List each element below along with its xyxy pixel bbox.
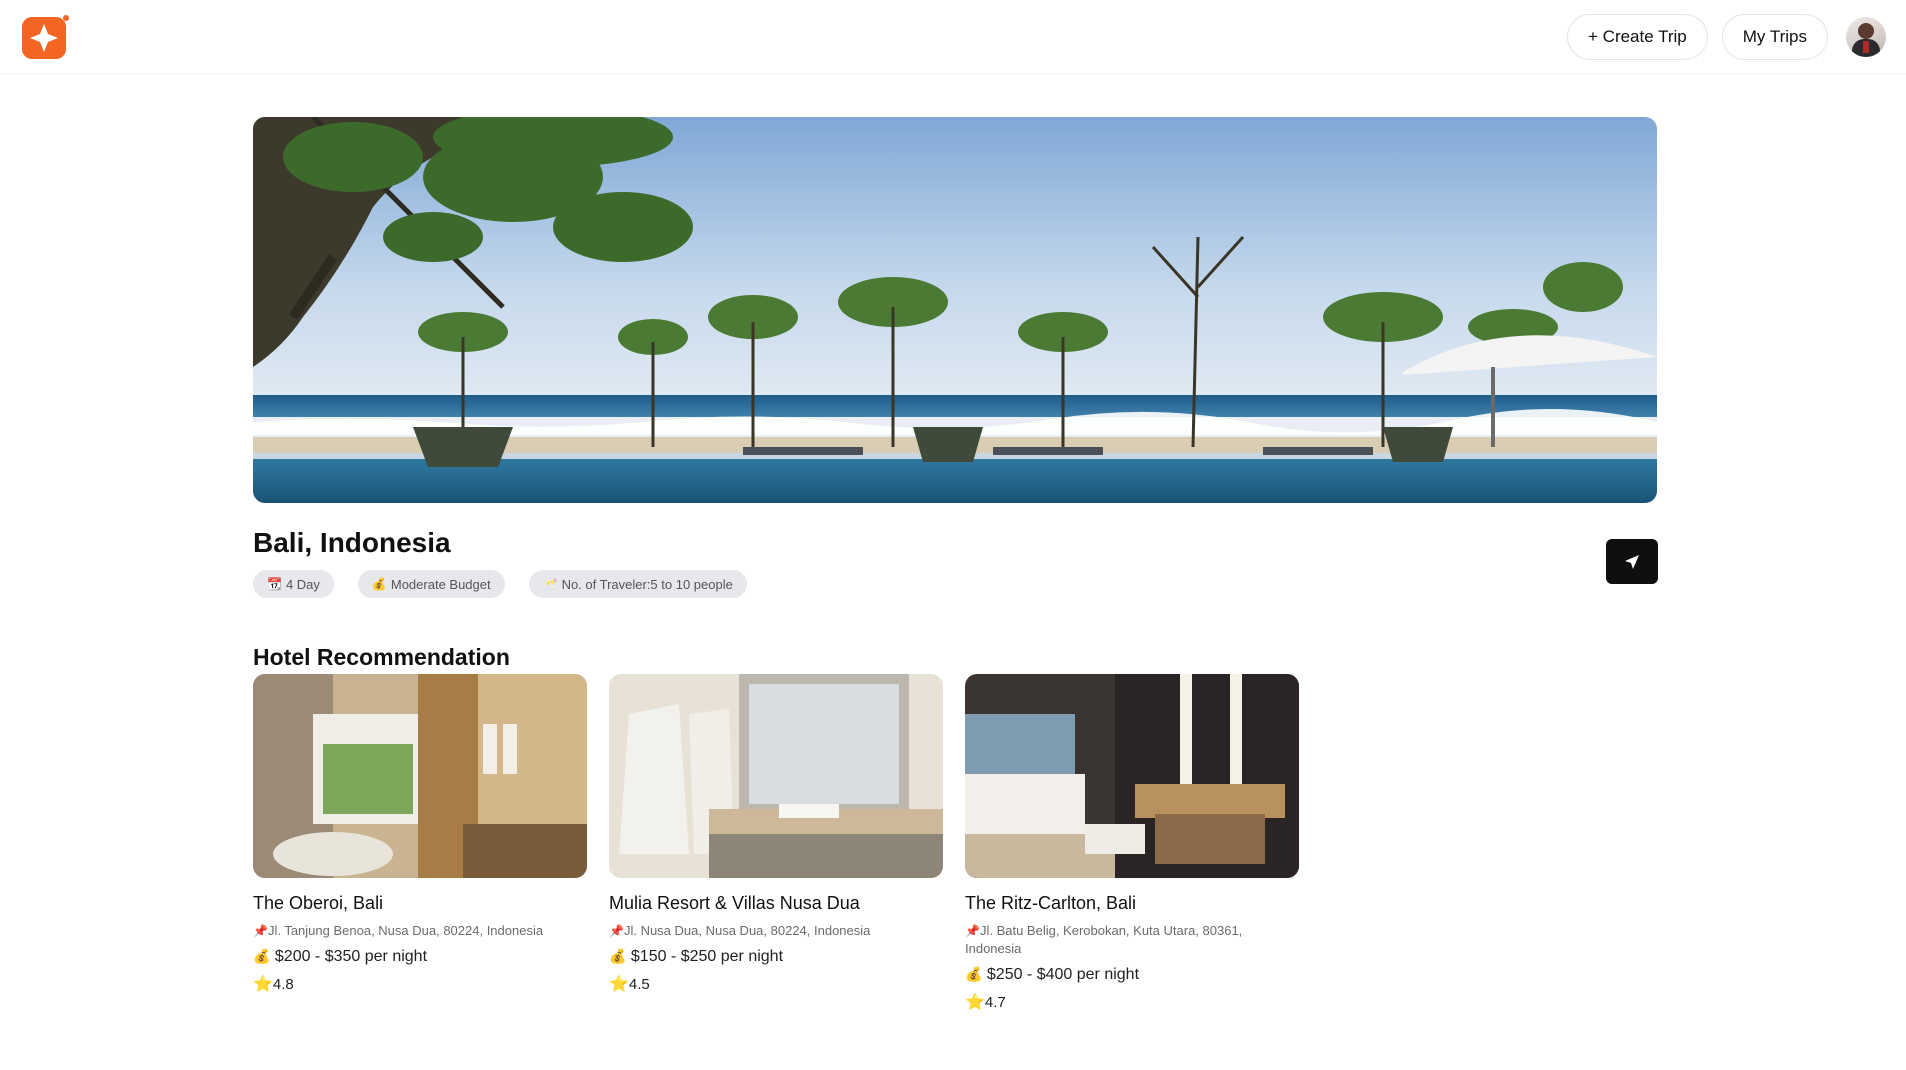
days-chip-label: 4 Day — [285, 576, 320, 592]
hotel-card[interactable]: The Oberoi, Bali 📌Jl. Tanjung Benoa, Nus… — [253, 674, 587, 1013]
pin-icon: 📌 — [965, 924, 980, 938]
budget-chip: 💰 Moderate Budget — [357, 570, 505, 598]
travelers-chip: 🥂 No. of Traveler:5 to 10 people — [528, 570, 747, 598]
star-icon: ⭐ — [253, 976, 273, 993]
hotel-image — [965, 674, 1299, 878]
hotel-name: The Ritz-Carlton, Bali — [965, 893, 1137, 913]
travelers-chip-label: No. of Traveler:5 to 10 people — [561, 576, 733, 592]
trip-info-chips: 📆 4 Day 💰 Moderate Budget 🥂 No. of Trave… — [253, 570, 747, 598]
hotel-list: The Oberoi, Bali 📌Jl. Tanjung Benoa, Nus… — [253, 674, 1299, 1013]
destination-title: Bali, Indonesia — [253, 527, 451, 558]
create-trip-button[interactable]: + Create Trip — [1567, 14, 1708, 60]
hotel-price: 💰 $150 - $250 per night — [609, 944, 943, 969]
hotel-section-title: Hotel Recommendation — [253, 644, 510, 670]
star-icon: ⭐ — [965, 994, 985, 1011]
pin-icon: 📌 — [609, 924, 624, 938]
hotel-name: The Oberoi, Bali — [253, 893, 384, 913]
budget-chip-label: Moderate Budget — [390, 576, 491, 592]
money-bag-icon: 💰 — [609, 948, 627, 964]
star-icon: ⭐ — [609, 976, 629, 993]
hotel-price-text: $250 - $400 per night — [986, 966, 1140, 983]
hotel-price-text: $200 - $350 per night — [274, 948, 428, 965]
money-bag-icon: 💰 — [253, 948, 271, 964]
money-bag-icon: 💰 — [371, 577, 387, 591]
hotel-rating: ⭐4.5 — [609, 975, 943, 995]
pin-icon: 📌 — [253, 924, 268, 938]
hotel-address: 📌Jl. Tanjung Benoa, Nusa Dua, 80224, Ind… — [253, 922, 587, 940]
hotel-price: 💰 $250 - $400 per night — [965, 962, 1299, 987]
hotel-address: 📌Jl. Batu Belig, Kerobokan, Kuta Utara, … — [965, 922, 1299, 958]
send-icon — [1625, 554, 1639, 569]
calendar-icon: 📆 — [267, 577, 282, 591]
hotel-card[interactable]: Mulia Resort & Villas Nusa Dua 📌Jl. Nusa… — [609, 674, 943, 1013]
top-navbar: + Create Trip My Trips — [0, 0, 1906, 74]
hotel-address: 📌Jl. Nusa Dua, Nusa Dua, 80224, Indonesi… — [609, 922, 943, 940]
hotel-price-text: $150 - $250 per night — [630, 948, 784, 965]
app-logo-icon[interactable] — [22, 14, 70, 60]
hotel-rating-value: 4.8 — [272, 976, 294, 993]
hotel-price: 💰 $200 - $350 per night — [253, 944, 587, 969]
hotel-image — [609, 674, 943, 878]
days-chip: 📆 4 Day — [253, 570, 334, 598]
money-bag-icon: 💰 — [965, 966, 983, 982]
my-trips-button[interactable]: My Trips — [1721, 14, 1828, 60]
cheers-icon: 🥂 — [542, 577, 558, 591]
user-avatar[interactable] — [1846, 17, 1886, 57]
hotel-image — [253, 674, 587, 878]
share-button[interactable] — [1606, 539, 1658, 584]
hotel-rating: ⭐4.8 — [253, 975, 587, 995]
hotel-rating-value: 4.5 — [628, 976, 650, 993]
hotel-address-text: Jl. Nusa Dua, Nusa Dua, 80224, Indonesia — [623, 923, 871, 938]
hotel-address-text: Jl. Tanjung Benoa, Nusa Dua, 80224, Indo… — [267, 923, 544, 938]
hotel-name: Mulia Resort & Villas Nusa Dua — [609, 893, 860, 913]
hotel-rating: ⭐4.7 — [965, 993, 1299, 1013]
hotel-card[interactable]: The Ritz-Carlton, Bali 📌Jl. Batu Belig, … — [965, 674, 1299, 1013]
hotel-address-text: Jl. Batu Belig, Kerobokan, Kuta Utara, 8… — [965, 923, 1243, 956]
hotel-rating-value: 4.7 — [984, 994, 1006, 1011]
destination-hero-image — [253, 117, 1657, 503]
